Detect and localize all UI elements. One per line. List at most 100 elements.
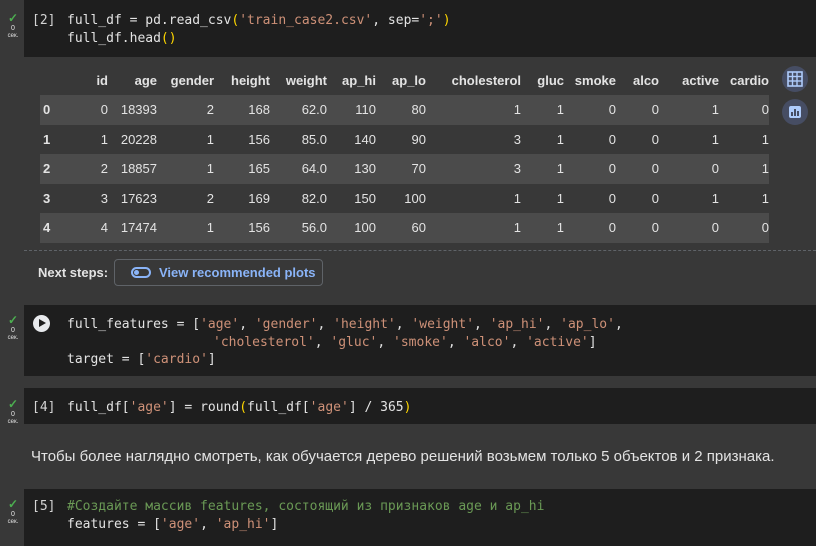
table-cell: 1 — [556, 161, 564, 177]
column-header: alco — [632, 73, 659, 88]
table-cell: 0 — [608, 190, 616, 206]
table-cell: 1 — [206, 220, 214, 236]
table-cell: 1 — [761, 190, 769, 206]
table-cell: 1 — [761, 131, 769, 147]
column-header: id — [96, 73, 108, 88]
table-cell: 100 — [354, 220, 376, 236]
cell-status: ✓ 0 сек. — [2, 398, 24, 425]
row-index: 0 — [43, 102, 51, 118]
cell-status: ✓ 0 сек. — [2, 314, 24, 341]
table-cell: 0 — [651, 190, 659, 206]
table-cell: 18393 — [120, 102, 157, 118]
code-cell[interactable]: [2] full_df = pd.read_csv('train_case2.c… — [24, 0, 816, 57]
table-cell: 17474 — [120, 220, 157, 236]
table-cell: 0 — [761, 220, 769, 236]
execution-count: [5] — [32, 499, 56, 514]
execution-count: [2] — [32, 13, 56, 28]
cell-status: ✓ 0 сек. — [2, 12, 24, 39]
table-cell: 1 — [513, 190, 521, 206]
column-header — [40, 66, 70, 95]
column-header: weight — [285, 73, 327, 88]
table-row: 1 1 20228 1 156 85.0 140 90 3 1 0 0 1 1 — [40, 124, 769, 154]
table-row: 2 2 18857 1 165 64.0 130 70 3 1 0 0 0 1 — [40, 154, 769, 184]
table-header-row: id age gender height weight ap_hi ap_lo cholest… — [40, 66, 769, 95]
table-cell: 0 — [651, 131, 659, 147]
code-line: full_features = ['age', 'gender', 'heigh… — [67, 317, 623, 332]
table-cell: 1 — [100, 131, 108, 147]
code-line: features = ['age', 'ap_hi'] — [67, 517, 279, 532]
table-cell: 62.0 — [301, 102, 327, 118]
row-index: 3 — [43, 190, 51, 206]
bar-chart-icon[interactable] — [782, 99, 808, 125]
table-cell: 17623 — [120, 190, 157, 206]
table-cell: 20228 — [120, 131, 157, 147]
play-icon[interactable] — [33, 315, 50, 332]
table-cell: 3 — [513, 161, 521, 177]
table-cell: 0 — [651, 102, 659, 118]
column-header: height — [231, 73, 270, 88]
code-cell[interactable]: [4] full_df['age'] = round(full_df['age'… — [24, 388, 816, 424]
table-cell: 165 — [248, 161, 270, 177]
row-index: 1 — [43, 131, 51, 147]
table-icon[interactable] — [782, 66, 808, 92]
table-cell: 4 — [100, 220, 108, 236]
row-index: 4 — [43, 220, 51, 236]
table-cell: 0 — [100, 102, 108, 118]
check-icon: ✓ — [7, 497, 19, 511]
code-line: full_df.head() — [67, 31, 177, 46]
table-cell: 1 — [711, 190, 719, 206]
table-row: 4 4 17474 1 156 56.0 100 60 1 1 0 0 0 0 — [40, 213, 769, 243]
column-header: smoke — [574, 73, 616, 88]
table-cell: 70 — [411, 161, 426, 177]
table-cell: 2 — [206, 102, 214, 118]
table-cell: 64.0 — [301, 161, 327, 177]
row-index: 2 — [43, 161, 51, 177]
code-line: 'cholesterol', 'gluc', 'smoke', 'alco', … — [213, 335, 597, 350]
table-cell: 1 — [206, 131, 214, 147]
code-comment: #Создайте массив features, состоящий из … — [67, 499, 545, 514]
table-cell: 2 — [206, 190, 214, 206]
table-cell: 60 — [411, 220, 426, 236]
table-cell: 169 — [248, 190, 270, 206]
table-cell: 2 — [100, 161, 108, 177]
check-icon: ✓ — [7, 313, 19, 327]
next-steps-label: Next steps: — [38, 265, 109, 280]
table-row: 3 3 17623 2 169 82.0 150 100 1 1 0 0 1 1 — [40, 183, 769, 213]
table-cell: 156 — [248, 220, 270, 236]
table-cell: 85.0 — [301, 131, 327, 147]
toggle-icon — [131, 267, 151, 278]
table-cell: 1 — [711, 131, 719, 147]
code-cell[interactable]: full_features = ['age', 'gender', 'heigh… — [24, 305, 816, 376]
column-header: cardio — [729, 73, 769, 88]
table-cell: 1 — [513, 220, 521, 236]
output-divider — [24, 250, 816, 251]
code-cell[interactable]: [5] #Создайте массив features, состоящий… — [24, 489, 816, 546]
table-cell: 82.0 — [301, 190, 327, 206]
table-cell: 1 — [206, 161, 214, 177]
check-icon: ✓ — [7, 11, 19, 25]
table-cell: 156 — [248, 131, 270, 147]
table-cell: 0 — [608, 102, 616, 118]
table-cell: 1 — [711, 102, 719, 118]
table-cell: 1 — [556, 131, 564, 147]
table-cell: 0 — [711, 220, 719, 236]
column-header: gender — [170, 73, 214, 88]
table-cell: 0 — [711, 161, 719, 177]
table-cell: 150 — [354, 190, 376, 206]
table-cell: 0 — [761, 102, 769, 118]
table-cell: 0 — [651, 220, 659, 236]
column-header: age — [134, 73, 157, 88]
column-header: gluc — [537, 73, 564, 88]
execution-count: [4] — [32, 400, 56, 415]
code-line: target = ['cardio'] — [67, 352, 216, 367]
code-line: full_df['age'] = round(full_df['age'] / … — [67, 400, 412, 415]
check-icon: ✓ — [7, 397, 19, 411]
dataframe-table: id age gender height weight ap_hi ap_lo cholest… — [40, 66, 769, 243]
table-cell: 140 — [354, 131, 376, 147]
view-recommended-plots-button[interactable]: View recommended plots — [114, 259, 323, 286]
table-cell: 56.0 — [301, 220, 327, 236]
table-cell: 100 — [404, 190, 426, 206]
markdown-text: Чтобы более наглядно смотреть, как обуча… — [31, 448, 775, 465]
table-cell: 0 — [608, 161, 616, 177]
table-cell: 90 — [411, 131, 426, 147]
